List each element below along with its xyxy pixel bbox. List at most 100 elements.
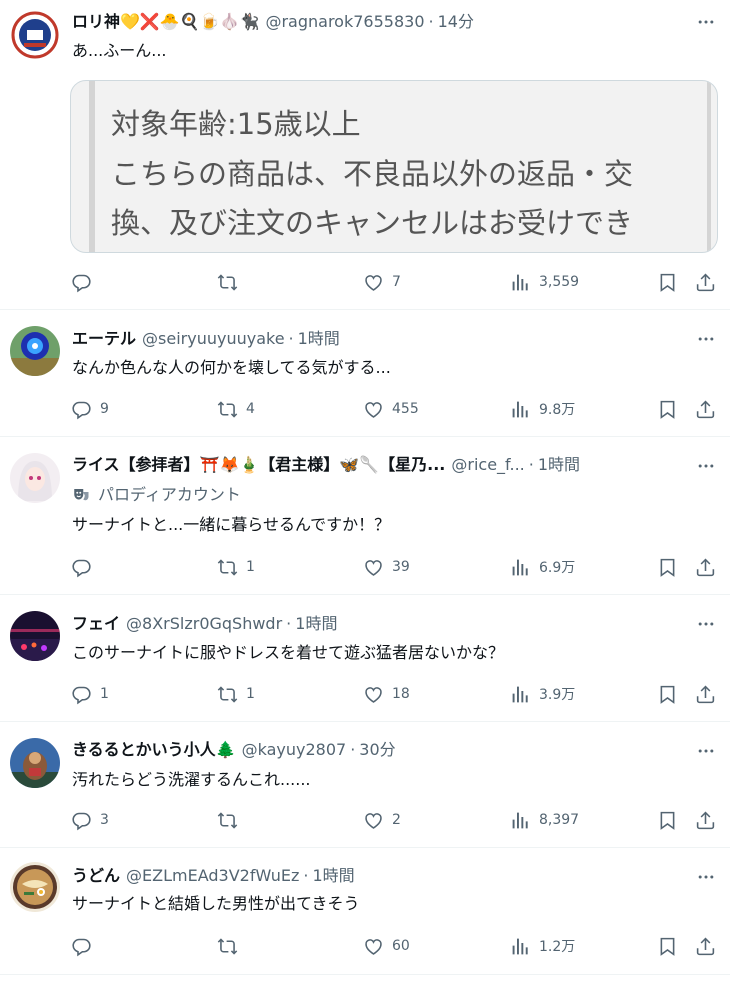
views-button[interactable]: 3.9万: [510, 681, 575, 707]
share-button[interactable]: [695, 933, 716, 959]
reply-button[interactable]: [71, 933, 100, 959]
post-1[interactable]: ロリ神💛❌🐣🍳🍺🧄🐈‍⬛ @ragnarok7655830 · 14分 あ...…: [0, 0, 730, 310]
retweet-icon: [217, 684, 238, 705]
action-bar: 3 2 8,397: [0, 807, 730, 833]
post-6[interactable]: うどん @EZLmEAd3V2fWuEz · 1時間 サーナイトと結婚した男性が…: [0, 848, 730, 975]
post-2[interactable]: エーテル @seiryuuyuuyake · 1時間 なんか色んな人の何かを壊し…: [0, 310, 730, 437]
avatar[interactable]: [10, 862, 60, 912]
post-time[interactable]: 30分: [359, 739, 395, 761]
views-button[interactable]: 3,559: [510, 269, 579, 295]
like-button[interactable]: 60: [363, 933, 410, 959]
like-button[interactable]: 455: [363, 396, 419, 422]
user-handle[interactable]: @kayuy2807: [242, 739, 347, 761]
post-time[interactable]: 14分: [438, 11, 474, 33]
avatar[interactable]: [10, 453, 60, 503]
avatar[interactable]: [10, 10, 60, 60]
user-handle[interactable]: @ragnarok7655830: [265, 11, 424, 33]
reply-button[interactable]: 1: [71, 681, 109, 707]
display-name[interactable]: きるるとかいう小人🌲: [72, 739, 236, 761]
views-button[interactable]: 6.9万: [510, 554, 575, 580]
post-time[interactable]: 1時間: [298, 328, 340, 350]
user-handle[interactable]: @EZLmEAd3V2fWuEz: [126, 865, 299, 887]
display-name[interactable]: ライス【参拝者】⛩️🦊🎍【君主様】🦋🥄【星乃...: [72, 454, 445, 476]
reply-button[interactable]: 9: [71, 396, 109, 422]
bookmark-icon: [657, 810, 678, 831]
more-options-icon[interactable]: [694, 10, 718, 34]
post-4[interactable]: フェイ @8XrSlzr0GqShwdr · 1時間 このサーナイトに服やドレス…: [0, 595, 730, 722]
retweet-count: 1: [246, 686, 255, 702]
post-time[interactable]: 1時間: [295, 613, 337, 635]
bookmark-button[interactable]: [657, 396, 678, 422]
views-button[interactable]: 9.8万: [510, 396, 575, 422]
like-button[interactable]: 7: [363, 269, 401, 295]
separator-dot: ·: [286, 614, 292, 633]
post-header: うどん @EZLmEAd3V2fWuEz · 1時間: [72, 865, 680, 887]
retweet-button[interactable]: 1: [217, 681, 255, 707]
image-text-line-1: 対象年齢:15歳以上: [111, 107, 361, 141]
reply-button[interactable]: [71, 269, 100, 295]
reply-icon: [71, 936, 92, 957]
reply-button[interactable]: 3: [71, 807, 109, 833]
post-time[interactable]: 1時間: [312, 865, 354, 887]
more-options-icon[interactable]: [694, 454, 718, 478]
more-options-icon[interactable]: [694, 327, 718, 351]
bar-chart-icon: [510, 272, 531, 293]
retweet-button[interactable]: [217, 933, 246, 959]
avatar[interactable]: [10, 611, 60, 661]
separator-dot: ·: [528, 455, 534, 474]
retweet-button[interactable]: 1: [217, 554, 255, 580]
display-name[interactable]: ロリ神💛❌🐣🍳🍺🧄🐈‍⬛: [72, 11, 259, 33]
heart-icon: [363, 557, 384, 578]
embedded-image[interactable]: 対象年齢:15歳以上 こちらの商品は、不良品以外の返品・交 換、及び注文のキャン…: [70, 80, 718, 253]
post-text: あ...ふーん...: [72, 41, 167, 60]
image-left-border: [89, 81, 95, 252]
user-handle[interactable]: @8XrSlzr0GqShwdr: [126, 613, 282, 635]
avatar[interactable]: [10, 738, 60, 788]
post-5[interactable]: きるるとかいう小人🌲 @kayuy2807 · 30分 汚れたらどう洗濯するんこ…: [0, 722, 730, 848]
bookmark-icon: [657, 936, 678, 957]
more-options-icon[interactable]: [694, 865, 718, 889]
view-count: 3,559: [539, 274, 580, 290]
more-options-icon[interactable]: [694, 739, 718, 763]
user-handle[interactable]: @seiryuuyuuyake: [142, 328, 285, 350]
retweet-button[interactable]: 4: [217, 396, 255, 422]
display-name[interactable]: うどん: [72, 865, 120, 887]
bookmark-button[interactable]: [657, 269, 678, 295]
retweet-button[interactable]: [217, 269, 246, 295]
retweet-icon: [217, 399, 238, 420]
share-button[interactable]: [695, 396, 716, 422]
share-button[interactable]: [695, 681, 716, 707]
like-count: 18: [392, 686, 410, 702]
reply-icon: [71, 272, 92, 293]
post-time[interactable]: 1時間: [538, 454, 580, 476]
bookmark-button[interactable]: [657, 681, 678, 707]
reply-icon: [71, 684, 92, 705]
retweet-button[interactable]: [217, 807, 246, 833]
share-button[interactable]: [695, 554, 716, 580]
share-button[interactable]: [695, 269, 716, 295]
share-icon: [695, 684, 716, 705]
like-button[interactable]: 18: [363, 681, 410, 707]
share-icon: [695, 936, 716, 957]
bookmark-icon: [657, 557, 678, 578]
like-button[interactable]: 39: [363, 554, 410, 580]
user-handle[interactable]: @rice_f...: [451, 454, 524, 476]
display-name[interactable]: エーテル: [72, 328, 136, 350]
reply-button[interactable]: [71, 554, 100, 580]
post-3[interactable]: ライス【参拝者】⛩️🦊🎍【君主様】🦋🥄【星乃... @rice_f... · 1…: [0, 437, 730, 595]
views-button[interactable]: 1.2万: [510, 933, 575, 959]
parody-label-text: パロディアカウント: [98, 485, 241, 504]
share-button[interactable]: [695, 807, 716, 833]
bookmark-button[interactable]: [657, 807, 678, 833]
heart-icon: [363, 272, 384, 293]
bookmark-button[interactable]: [657, 554, 678, 580]
avatar[interactable]: [10, 326, 60, 376]
retweet-icon: [217, 557, 238, 578]
like-button[interactable]: 2: [363, 807, 401, 833]
views-button[interactable]: 8,397: [510, 807, 579, 833]
display-name[interactable]: フェイ: [72, 613, 120, 635]
more-options-icon[interactable]: [694, 612, 718, 636]
image-text-line-3: 換、及び注文のキャンセルはお受けでき: [111, 206, 634, 240]
post-text: サーナイトと結婚した男性が出てきそう: [72, 894, 360, 913]
bookmark-button[interactable]: [657, 933, 678, 959]
